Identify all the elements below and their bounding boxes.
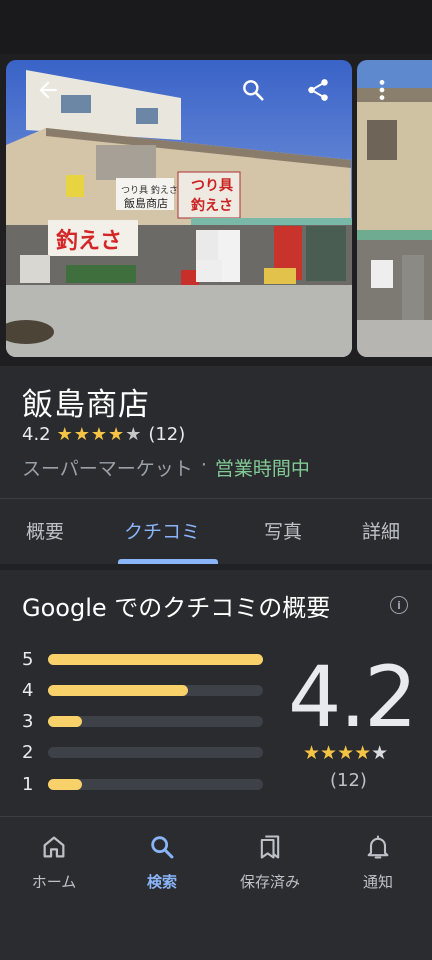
place-title: 飯島商店 (22, 387, 150, 423)
rating-bar-track (48, 778, 263, 790)
arrow-back-icon (39, 81, 57, 99)
rating-bar-label: 2 (22, 741, 34, 763)
rating-bar-label: 4 (22, 679, 34, 701)
separator: · (200, 454, 207, 476)
active-tab-indicator (118, 559, 218, 564)
nav-saved[interactable]: 保存済み (216, 831, 324, 892)
overall-stars: ★★★★★ (303, 742, 389, 764)
rating-bar-track (48, 715, 263, 727)
rating-bar-track (48, 653, 263, 665)
back-button[interactable] (30, 72, 66, 108)
photo-carousel[interactable]: つり具 釣えさ 飯島商店 つり具 釣えさ 釣えさ (0, 54, 432, 366)
rating-bar-1: 1 (22, 773, 267, 795)
overall-review-count[interactable]: (12) (330, 770, 367, 791)
nav-notifications[interactable]: 通知 (324, 831, 432, 892)
review-summary: Google でのクチコミの概要 i 5 4 3 2 1 4.2 ★★★★★ (… (0, 570, 432, 816)
nav-notifications-label: 通知 (362, 873, 393, 891)
rating-bar-label: 1 (22, 773, 34, 795)
tab-photos[interactable]: 写真 (264, 517, 302, 544)
rating-bar-2: 2 (22, 741, 267, 763)
svg-text:つり具: つり具 (191, 178, 233, 194)
rating-value: 4.2 (22, 424, 51, 445)
info-icon[interactable]: i (390, 596, 408, 614)
rating-bar-4: 4 (22, 679, 267, 701)
rating-bar-label: 3 (22, 710, 34, 732)
search-icon (151, 836, 174, 859)
search-icon (243, 80, 264, 101)
rating-bar-track (48, 746, 263, 758)
review-summary-title: Google でのクチコミの概要 (22, 594, 331, 622)
rating-bar-fill (48, 653, 263, 665)
place-tabs: 概要 クチコミ 写真 詳細 (0, 498, 432, 564)
review-count: (12) (148, 424, 186, 445)
open-status[interactable]: 営業時間中 (215, 454, 310, 481)
rating-bar-3: 3 (22, 710, 267, 732)
rating-bar-5: 5 (22, 648, 267, 670)
search-button[interactable] (235, 72, 271, 108)
tab-reviews[interactable]: クチコミ (124, 517, 200, 544)
rating-bar-label: 5 (22, 648, 34, 670)
rating-row[interactable]: 4.2 ★★★★★ (12) (22, 424, 185, 445)
rating-bar-fill (48, 715, 83, 727)
status-bar (0, 0, 432, 54)
more-vert-icon (379, 80, 385, 100)
store-sign-text: 飯島商店 (124, 196, 168, 210)
nav-home[interactable]: ホーム (0, 831, 108, 892)
more-options-button[interactable] (364, 72, 400, 108)
category-row: スーパーマーケット · 営業時間中 (22, 454, 310, 481)
svg-text:つり具 釣えさ: つり具 釣えさ (121, 184, 178, 196)
svg-text:釣えさ: 釣えさ (56, 228, 122, 254)
nav-home-label: ホーム (31, 873, 77, 891)
bookmark-icon (260, 835, 280, 859)
nav-search[interactable]: 検索 (108, 831, 216, 892)
share-icon (308, 79, 328, 101)
bell-icon (367, 835, 389, 859)
rating-stars: ★★★★★ (56, 424, 143, 445)
overall-score: 4.2 (288, 648, 418, 746)
rating-bar-fill (48, 778, 83, 790)
rating-bar-track (48, 684, 263, 696)
nav-search-label: 検索 (146, 873, 177, 891)
tab-details[interactable]: 詳細 (362, 517, 400, 544)
svg-text:釣えさ: 釣えさ (191, 197, 233, 214)
share-button[interactable] (300, 72, 336, 108)
rating-bar-fill (48, 684, 188, 696)
place-category: スーパーマーケット (22, 458, 193, 480)
place-info: 飯島商店 4.2 ★★★★★ (12) スーパーマーケット · 営業時間中 (0, 366, 432, 498)
bottom-navigation: ホーム 検索 保存済み 通知 (0, 816, 432, 960)
home-icon (43, 836, 65, 858)
tab-overview[interactable]: 概要 (26, 517, 64, 544)
nav-saved-label: 保存済み (239, 873, 300, 891)
